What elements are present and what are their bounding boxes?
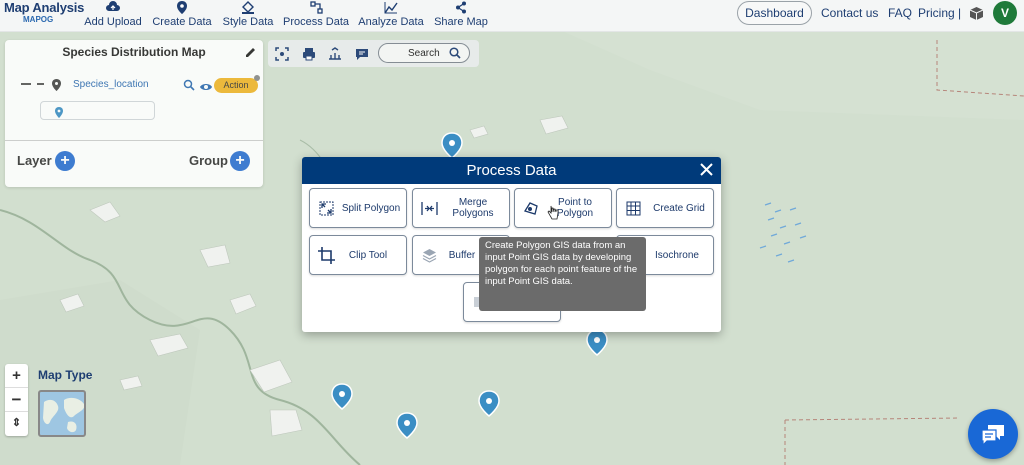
tool-label: Isochrone (655, 250, 699, 261)
split-polygon-button[interactable]: Split Polygon (309, 188, 407, 228)
chat-icon (981, 425, 1004, 446)
map-type-label: Map Type (38, 368, 93, 382)
map-title: Species Distribution Map (62, 45, 206, 59)
point-to-polygon-icon (523, 201, 539, 221)
eye-icon[interactable] (199, 79, 213, 97)
nav-analyze-data[interactable]: Analyze Data (358, 0, 424, 32)
reset-view-button[interactable]: ⇕ (5, 412, 28, 436)
dialog-header: Process Data (302, 157, 721, 184)
tool-label: Create Grid (653, 203, 705, 214)
brand-title: Map Analysis (4, 0, 85, 15)
print-icon[interactable] (302, 47, 316, 61)
zoom-controls: + − ⇕ (5, 364, 28, 436)
analyze-icon (358, 1, 424, 15)
tool-label: Split Polygon (341, 203, 401, 214)
clip-tool-button[interactable]: Clip Tool (309, 235, 407, 275)
close-icon[interactable] (700, 163, 713, 181)
tool-label: Merge Polygons (452, 197, 494, 219)
tooltip: Create Polygon GIS data from an input Po… (479, 237, 646, 311)
paint-bucket-icon (221, 1, 275, 15)
brand-subtitle: MAPOG (23, 15, 54, 24)
search-icon (449, 47, 461, 59)
nav-label: Create Data (152, 16, 212, 28)
process-icon (283, 1, 349, 15)
merge-polygons-icon (421, 201, 438, 221)
avatar[interactable]: V (993, 1, 1017, 25)
tool-label: Clip Tool (348, 250, 388, 261)
map-toolbar: Search (268, 40, 479, 67)
location-pin-icon (151, 1, 213, 15)
faq-link[interactable]: FAQ (888, 6, 912, 20)
nav-label: Analyze Data (358, 16, 424, 28)
add-layer-button[interactable]: + (55, 151, 75, 171)
drag-handle-icon[interactable] (21, 83, 31, 85)
zoom-out-button[interactable]: − (5, 388, 28, 412)
measure-icon[interactable] (328, 47, 342, 61)
brand-logo[interactable]: Map Analysis MAPOG (4, 0, 84, 24)
layers-icon (422, 248, 437, 268)
cloud-upload-icon (84, 1, 142, 15)
nav-label: Process Data (283, 16, 350, 28)
cube-icon[interactable] (969, 6, 984, 26)
divider (5, 140, 263, 141)
zoom-to-layer-icon[interactable] (183, 78, 195, 96)
grid-icon (626, 201, 641, 221)
nav-label: Share Map (434, 16, 488, 28)
status-dot (254, 75, 260, 81)
layer-label: Layer (17, 153, 52, 168)
layer-legend-box[interactable] (40, 101, 155, 120)
tool-label: Buffer (448, 250, 476, 261)
nav-process-data[interactable]: Process Data (283, 0, 349, 32)
point-to-polygon-button[interactable]: Point to Polygon (514, 188, 612, 228)
group-label: Group (189, 153, 228, 168)
pencil-icon[interactable] (245, 45, 256, 63)
nav-create-data[interactable]: Create Data (151, 0, 213, 32)
layer-name[interactable]: Species_location (73, 79, 149, 90)
create-grid-button[interactable]: Create Grid (616, 188, 714, 228)
action-button[interactable]: Action (214, 78, 258, 93)
add-group-button[interactable]: + (230, 151, 250, 171)
search-label: Search (408, 48, 440, 59)
top-navigation-bar: Map Analysis MAPOG Add Upload Create Dat… (0, 0, 1024, 32)
nav-style-data[interactable]: Style Data (221, 0, 275, 32)
collapse-icon[interactable] (37, 83, 44, 85)
nav-label: Style Data (222, 16, 274, 28)
split-polygon-icon (319, 201, 334, 221)
point-symbol-icon (55, 105, 63, 123)
crop-icon (318, 247, 335, 269)
zoom-in-button[interactable]: + (5, 364, 28, 388)
nav-add-upload[interactable]: Add Upload (84, 0, 142, 32)
merge-polygons-button[interactable]: Merge Polygons (412, 188, 510, 228)
map-type-thumbnail[interactable] (38, 390, 86, 437)
world-map-icon (43, 397, 84, 433)
contact-link[interactable]: Contact us (821, 6, 878, 20)
share-icon (433, 1, 489, 15)
map-search-button[interactable]: Search (378, 43, 470, 63)
fullscreen-icon[interactable] (275, 47, 289, 61)
pricing-link[interactable]: Pricing | (918, 6, 961, 20)
hand-cursor-icon (547, 205, 559, 225)
comment-icon[interactable] (355, 47, 369, 61)
chat-button[interactable] (968, 409, 1018, 459)
nav-share-map[interactable]: Share Map (433, 0, 489, 32)
dashboard-button[interactable]: Dashboard (737, 1, 812, 25)
nav-label: Add Upload (84, 16, 142, 28)
point-layer-icon (52, 78, 61, 96)
layer-panel: Species Distribution Map Species_locatio… (5, 40, 263, 187)
dialog-title: Process Data (466, 162, 557, 179)
